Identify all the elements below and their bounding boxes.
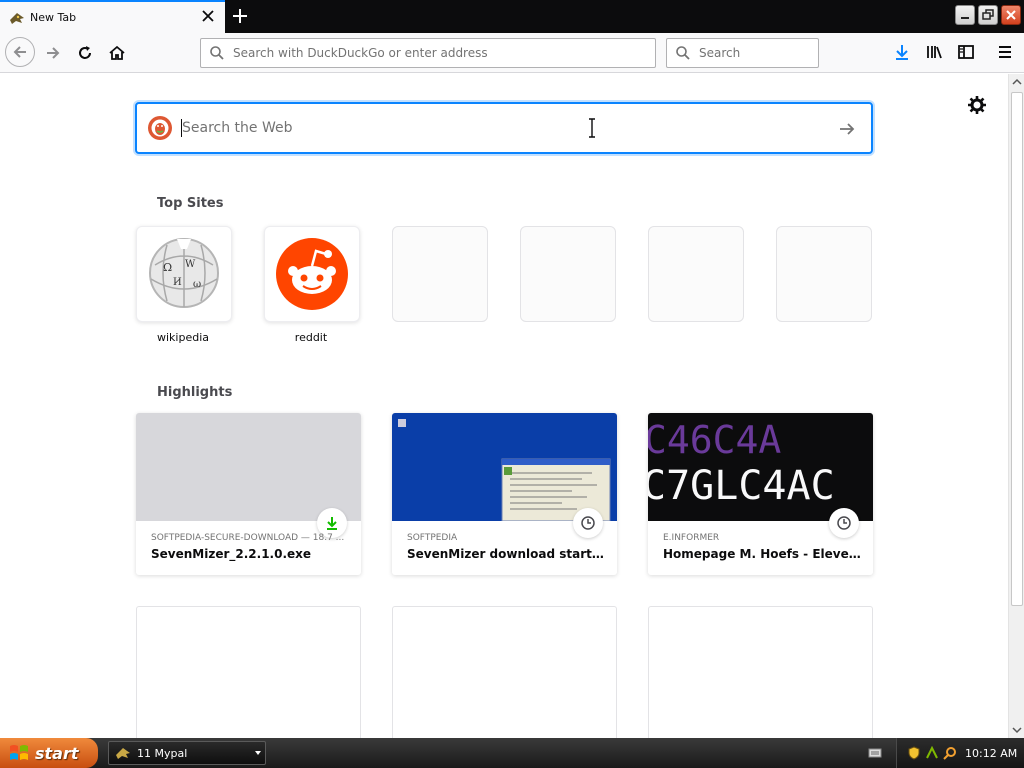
scroll-up-icon[interactable]: [1009, 74, 1024, 90]
ibeam-cursor-icon: [589, 118, 595, 138]
card-source: E.INFORMER: [663, 533, 720, 543]
highlight-placeholder: [648, 606, 873, 738]
screenshot-thumbnail-image: [398, 419, 611, 521]
home-button[interactable]: [103, 39, 131, 67]
clock[interactable]: 10:12 AM: [965, 747, 1017, 760]
reload-button[interactable]: [71, 39, 99, 67]
close-icon: [1006, 10, 1016, 20]
tab-title: New Tab: [30, 11, 77, 24]
arrow-left-icon: [13, 46, 26, 58]
home-icon: [109, 45, 125, 60]
taskbar-item-mypal[interactable]: 11 Mypal: [108, 741, 266, 765]
highlight-card[interactable]: C46C4A C7GLC4AC E.INFORMER Homepage M. H…: [648, 413, 873, 575]
top-site-tile[interactable]: [264, 226, 360, 322]
sidebar-icon[interactable]: [956, 42, 976, 62]
top-site-label[interactable]: wikipedia: [135, 331, 231, 344]
search-icon: [676, 46, 690, 60]
top-site-empty-slot[interactable]: [392, 226, 488, 322]
top-site-empty-slot[interactable]: [776, 226, 872, 322]
highlight-card[interactable]: SOFTPEDIA SevenMizer download starting..…: [392, 413, 617, 575]
address-bar-placeholder: Search with DuckDuckGo or enter address: [233, 46, 488, 60]
arrow-right-icon[interactable]: [837, 119, 857, 139]
address-bar[interactable]: Search with DuckDuckGo or enter address: [200, 38, 656, 68]
minimize-button[interactable]: [955, 5, 975, 25]
tab-strip: New Tab: [0, 0, 1024, 33]
search-icon: [210, 46, 224, 60]
search-icon[interactable]: [943, 746, 957, 760]
gear-icon[interactable]: [967, 95, 987, 115]
minimize-icon: [961, 17, 969, 19]
new-tab-page: Search the Web Top Sites Ω W И ω wikiped…: [0, 74, 1008, 738]
mypal-logo-icon: [10, 12, 24, 24]
screenshot-thumbnail-image: C46C4A C7GLC4AC: [648, 418, 835, 509]
download-icon: [327, 517, 337, 530]
clock-icon: [581, 516, 595, 530]
card-thumbnail: [392, 413, 617, 521]
search-bar-placeholder: Search: [699, 46, 741, 60]
top-site-empty-slot[interactable]: [648, 226, 744, 322]
top-site-tile[interactable]: Ω W И ω: [136, 226, 232, 322]
top-site-empty-slot[interactable]: [520, 226, 616, 322]
navigation-toolbar: Search with DuckDuckGo or enter address …: [0, 33, 1024, 73]
web-search-placeholder: Search the Web: [182, 120, 293, 136]
new-tab-plus-icon[interactable]: [230, 6, 250, 26]
clock-icon: [837, 516, 851, 530]
card-source: SOFTPEDIA: [407, 533, 458, 543]
back-button[interactable]: [5, 37, 35, 67]
search-bar[interactable]: Search: [666, 38, 819, 68]
wikipedia-logo-icon: Ω W И ω: [149, 238, 219, 308]
highlights-heading: Highlights: [157, 385, 233, 400]
svg-text:И: И: [173, 277, 182, 288]
start-button[interactable]: start: [0, 738, 98, 768]
restore-button[interactable]: [978, 5, 998, 25]
highlight-placeholder: [136, 606, 361, 738]
network-icon[interactable]: [925, 746, 939, 760]
scrollbar-thumb[interactable]: [1011, 92, 1023, 606]
card-thumbnail: C46C4A C7GLC4AC: [648, 413, 873, 521]
mypal-logo-icon: [116, 748, 130, 759]
card-title: Homepage M. Hoefs - ElevenMi...: [663, 547, 861, 561]
keyboard-icon[interactable]: [868, 746, 882, 760]
duckduckgo-logo-icon: [148, 116, 172, 140]
security-shield-icon[interactable]: [907, 746, 921, 760]
top-sites-heading: Top Sites: [157, 196, 224, 211]
restore-icon: [982, 9, 994, 20]
library-icon[interactable]: [924, 42, 944, 62]
download-icon[interactable]: [892, 42, 912, 62]
vertical-scrollbar[interactable]: [1008, 74, 1024, 738]
taskbar-item-label: 11 Mypal: [137, 746, 188, 760]
card-thumbnail: [136, 413, 361, 521]
web-search-input[interactable]: Search the Web: [135, 102, 873, 154]
taskbar: start 11 Mypal 10:12 AM: [0, 738, 1024, 768]
highlight-card[interactable]: SOFTPEDIA-SECURE-DOWNLOAD — 18.7 ... Sev…: [136, 413, 361, 575]
browser-window: New Tab Search with DuckDuckGo or enter …: [0, 0, 1024, 768]
forward-button[interactable]: [39, 39, 67, 67]
svg-text:ω: ω: [193, 279, 201, 290]
system-tray: 10:12 AM: [896, 738, 1024, 768]
tab-new-tab[interactable]: New Tab: [0, 0, 225, 33]
card-title: SevenMizer download starting...: [407, 547, 605, 561]
start-label: start: [35, 743, 79, 763]
arrow-right-icon: [47, 47, 60, 59]
close-window-button[interactable]: [1001, 5, 1021, 25]
close-tab-icon[interactable]: [201, 9, 215, 23]
windows-flag-icon: [10, 745, 28, 760]
reddit-logo-icon: [276, 238, 348, 310]
svg-text:C46C4A: C46C4A: [648, 418, 781, 462]
reload-icon: [79, 46, 91, 59]
thumbnail-text: C7GLC4AC: [648, 463, 835, 509]
highlight-placeholder: [392, 606, 617, 738]
card-title: SevenMizer_2.2.1.0.exe: [151, 547, 312, 561]
card-source: SOFTPEDIA-SECURE-DOWNLOAD — 18.7 ...: [151, 533, 345, 543]
svg-text:Ω: Ω: [163, 261, 172, 274]
scroll-down-icon[interactable]: [1009, 722, 1024, 738]
top-site-label[interactable]: reddit: [263, 331, 359, 344]
chevron-down-icon: [255, 751, 261, 755]
menu-hamburger-icon[interactable]: [995, 42, 1015, 62]
svg-text:W: W: [185, 259, 196, 270]
